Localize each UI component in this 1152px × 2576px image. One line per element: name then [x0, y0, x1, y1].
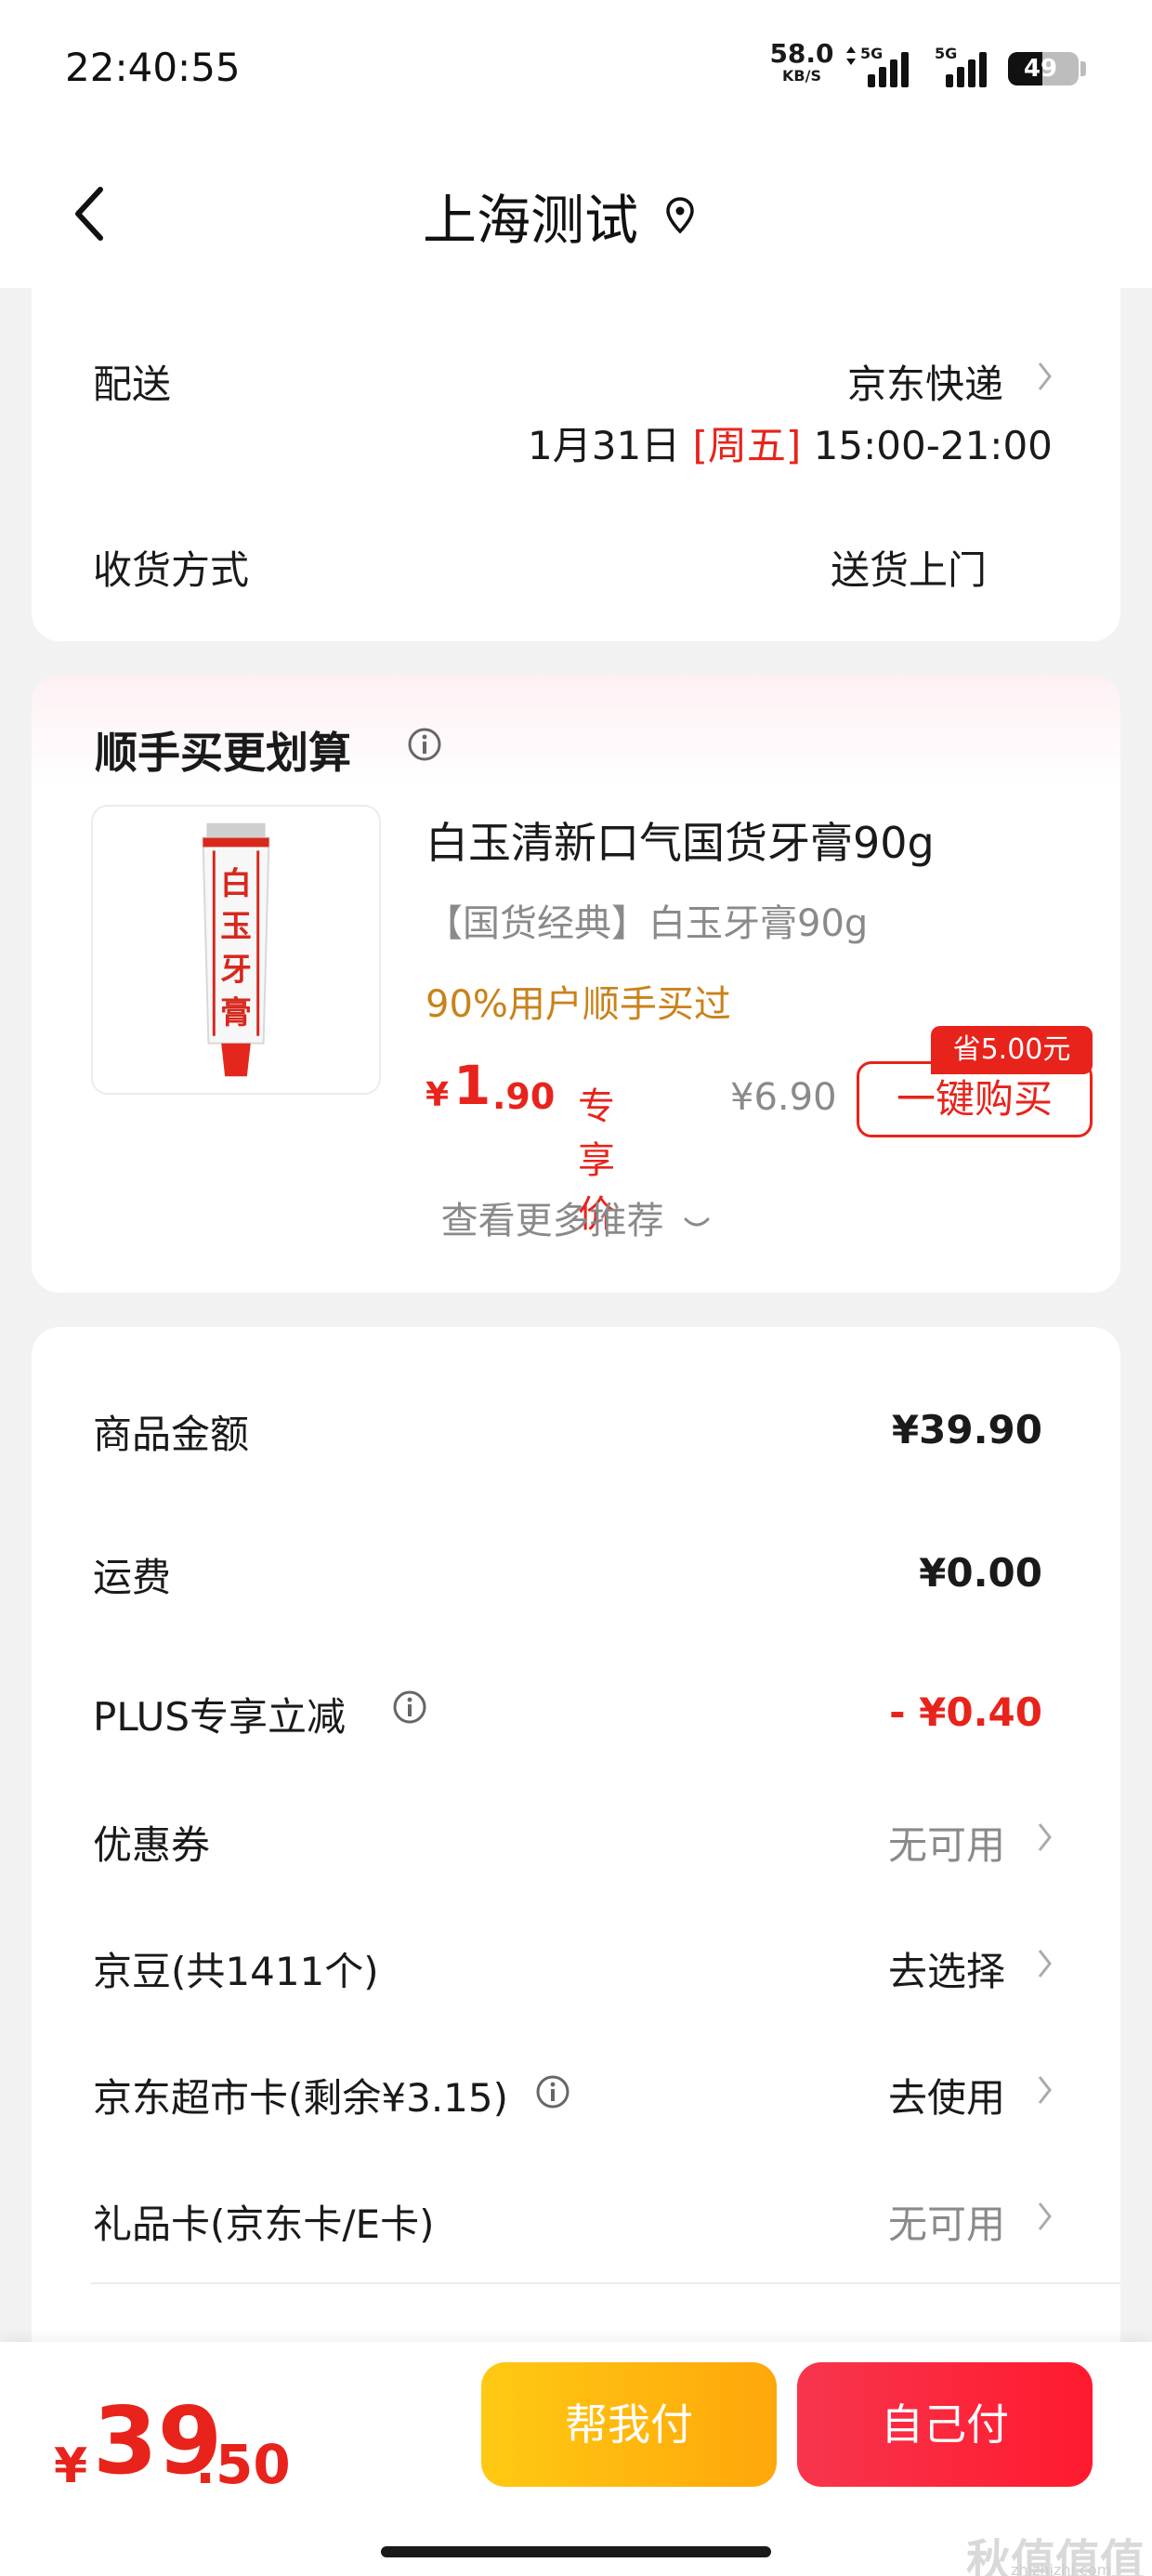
tube-char-3: 牙: [220, 951, 252, 988]
goods-amount-value: ¥39.90: [891, 1407, 1042, 1452]
chevron-right-icon: [1038, 1823, 1052, 1851]
carrier-link[interactable]: 京东快递: [847, 353, 1003, 410]
jd-beans-label: 京豆(共1411个): [93, 1949, 379, 1994]
view-more-button[interactable]: 查看更多推荐: [32, 1190, 1120, 1244]
jd-beans-value[interactable]: 去选择: [888, 1940, 1005, 1997]
coupon-label: 优惠券: [93, 1822, 211, 1868]
network-speed: 58.0 KB/S: [769, 38, 834, 85]
plus-discount-label: PLUS专享立减: [93, 1694, 347, 1740]
battery-icon: 49: [1008, 52, 1079, 85]
upsell-card: 顺手买更划算 白 玉 牙 膏 白玉清新口气国货牙膏90g 【国货经典】白玉牙膏9…: [32, 675, 1120, 1293]
toothpaste-tube-image: 白 玉 牙 膏: [202, 822, 270, 1077]
chevron-down-icon: [684, 1217, 710, 1227]
divider: [91, 2282, 1120, 2284]
chevron-right-icon: [1038, 362, 1052, 390]
signal-2-icon: 5G: [935, 45, 992, 87]
price-integer: 1: [453, 1054, 491, 1117]
product-image[interactable]: 白 玉 牙 膏: [91, 805, 381, 1095]
shipping-fee-label: 运费: [93, 1555, 172, 1600]
back-button[interactable]: [67, 177, 123, 251]
delivery-time[interactable]: 1月31日 [周五] 15:00-21:00: [528, 414, 1053, 471]
watermark-url: zhizhizhi.com: [1011, 2561, 1112, 2576]
shipping-fee-value: ¥0.00: [919, 1550, 1042, 1596]
pay-myself-button[interactable]: 自己付: [797, 2362, 1093, 2487]
product-name[interactable]: 白玉清新口气国货牙膏90g: [425, 809, 935, 871]
tube-char-2: 玉: [220, 907, 252, 944]
price-symbol: ¥: [425, 1076, 450, 1114]
tube-char-1: 白: [220, 864, 252, 901]
original-price: ¥6.90: [730, 1076, 837, 1119]
info-icon[interactable]: [535, 2074, 570, 2109]
data-arrows-icon: [846, 46, 856, 65]
product-subtitle: 【国货经典】白玉牙膏90g: [425, 902, 869, 945]
address-title[interactable]: 上海测试: [423, 177, 696, 255]
coupon-value[interactable]: 无可用: [888, 1814, 1005, 1871]
goods-amount-label: 商品金额: [93, 1412, 250, 1457]
status-bar: 22:40:55 58.0 KB/S 5G 5G 49: [0, 0, 1152, 139]
receive-method-value[interactable]: 送货上门: [831, 539, 987, 596]
delivery-label: 配送: [93, 361, 172, 407]
location-pin-icon: [666, 197, 694, 234]
view-more-label: 查看更多推荐: [440, 1200, 664, 1242]
battery-tip: [1080, 61, 1086, 76]
help-me-pay-button[interactable]: 帮我付: [481, 2362, 777, 2487]
chevron-right-icon: [1038, 2202, 1052, 2230]
bottom-pay-bar: ¥ 39 .50 帮我付 自己付 秋值值值 zhizhizhi.com: [0, 2342, 1152, 2576]
total-decimal: .50: [195, 2433, 291, 2496]
chevron-right-icon: [1038, 1950, 1052, 1978]
supermarket-card-value[interactable]: 去使用: [888, 2067, 1005, 2123]
signal-1-icon: 5G: [860, 45, 912, 87]
gift-card-label: 礼品卡(京东卡/E卡): [93, 2201, 435, 2247]
plus-discount-value: - ¥0.40: [889, 1689, 1042, 1735]
upsell-title: 顺手买更划算: [95, 728, 351, 778]
tube-char-4: 膏: [220, 993, 252, 1031]
save-badge: 省5.00元: [931, 1026, 1093, 1074]
chevron-right-icon: [1038, 2076, 1052, 2104]
nav-header: 上海测试: [0, 139, 1152, 288]
delivery-date: 1月31日: [528, 423, 681, 468]
price-decimal: .90: [492, 1076, 556, 1117]
delivery-window: 15:00-21:00: [813, 423, 1053, 468]
page-title: 上海测试: [423, 189, 639, 252]
delivery-card: 配送 京东快递 1月31日 [周五] 15:00-21:00 收货方式 送货上门: [32, 288, 1120, 641]
gift-card-value[interactable]: 无可用: [888, 2193, 1005, 2250]
home-indicator[interactable]: [381, 2546, 771, 2557]
supermarket-card-label: 京东超市卡(剩余¥3.15): [93, 2075, 509, 2121]
delivery-weekday: [周五]: [692, 423, 802, 468]
total-symbol: ¥: [54, 2438, 88, 2494]
social-proof: 90%用户顺手买过: [425, 983, 731, 1026]
clock: 22:40:55: [65, 45, 241, 90]
info-icon[interactable]: [407, 727, 442, 762]
info-icon[interactable]: [392, 1689, 427, 1725]
receive-method-label: 收货方式: [93, 547, 250, 593]
back-arrow-icon: [75, 187, 103, 241]
